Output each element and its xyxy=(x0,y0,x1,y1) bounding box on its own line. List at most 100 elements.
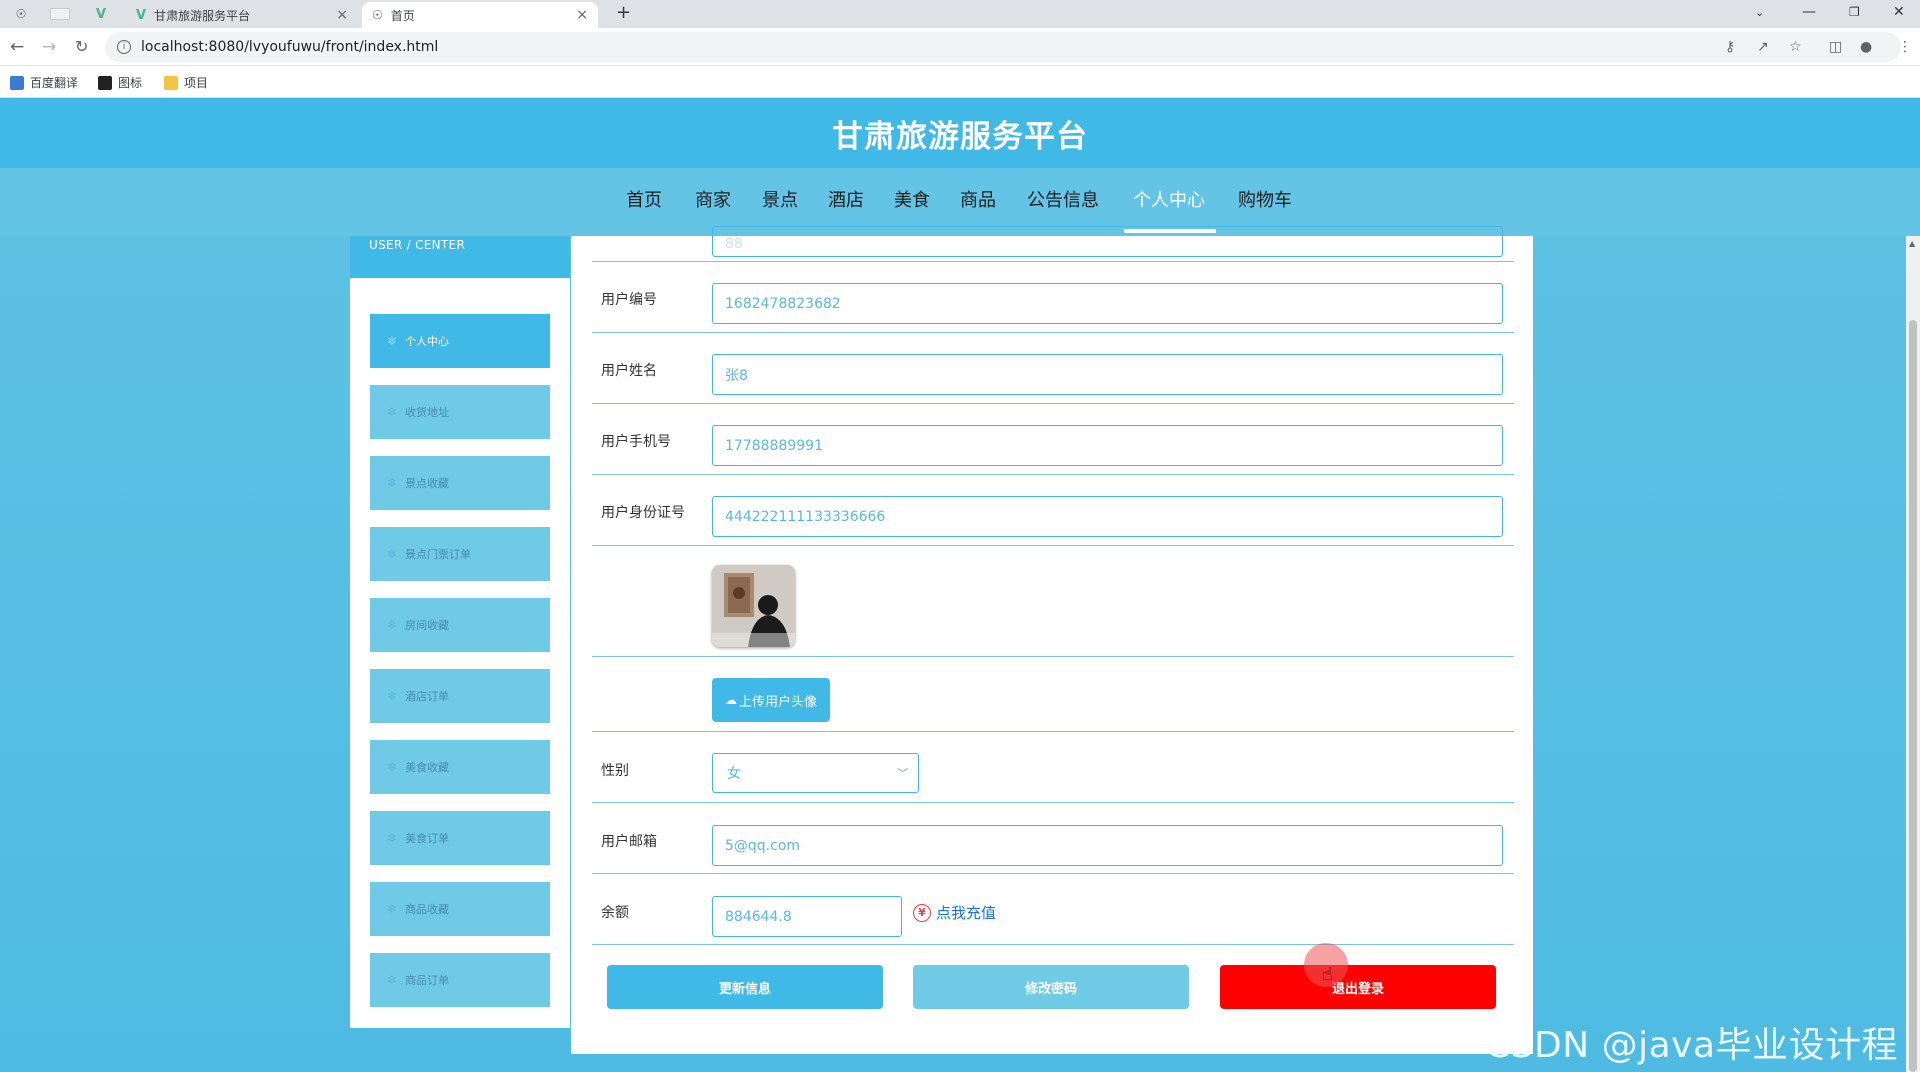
snowflake-icon: ❄ xyxy=(387,547,398,561)
minimize-icon[interactable]: — xyxy=(1802,4,1816,20)
user-center-sidebar: USER / CENTER ❄ 个人中心 ❄ 收货地址 ❄ 景点收藏 ❄ 景点门票订单 … xyxy=(350,236,570,1028)
snowflake-icon: ❄ xyxy=(387,476,398,490)
key-icon[interactable]: ⚷ xyxy=(1725,39,1735,55)
snowflake-icon: ❄ xyxy=(387,902,398,916)
user-id-input[interactable]: 1682478823682 xyxy=(712,283,1503,324)
close-window-icon[interactable]: ✕ xyxy=(1893,4,1905,20)
user-phone-label: 用户手机号 xyxy=(601,434,671,450)
bookmark-baidu-translate[interactable]: 百度翻译 xyxy=(10,74,78,91)
nav-home[interactable]: 首页 xyxy=(626,186,662,234)
divider xyxy=(592,545,1514,546)
sidebar-item-attraction-favorites[interactable]: ❄ 景点收藏 xyxy=(370,456,550,510)
divider xyxy=(592,731,1514,732)
bookmark-project[interactable]: 项目 xyxy=(164,74,208,91)
sidebar-item-product-orders[interactable]: ❄ 商品订单 xyxy=(370,953,550,1007)
menu-icon[interactable]: ⋮ xyxy=(1898,39,1912,55)
divider xyxy=(592,802,1514,803)
image-icon xyxy=(98,75,112,90)
sidebar-icon[interactable]: ◫ xyxy=(1829,39,1842,55)
divider xyxy=(592,261,1514,262)
vue-logo-icon: V xyxy=(136,7,147,23)
user-idcard-input[interactable]: 444222111133336666 xyxy=(712,496,1503,537)
logout-button[interactable]: 退出登录 xyxy=(1220,965,1496,1009)
url-field[interactable]: i localhost:8080/lvyoufuwu/front/index.h… xyxy=(105,32,1901,62)
user-idcard-label: 用户身份证号 xyxy=(601,505,685,521)
avatar[interactable] xyxy=(712,565,795,647)
info-icon[interactable]: i xyxy=(117,40,131,54)
yen-icon: ¥ xyxy=(913,903,931,922)
vue-logo-icon[interactable]: V xyxy=(92,5,110,23)
profile-icon[interactable]: ● xyxy=(1860,39,1872,55)
snowflake-icon: ❄ xyxy=(387,973,398,987)
bookmark-icons[interactable]: 图标 xyxy=(98,74,142,91)
cloud-upload-icon: ☁ xyxy=(724,693,737,707)
divider xyxy=(592,873,1514,874)
recharge-link[interactable]: ¥ 点我充值 xyxy=(913,902,996,923)
divider xyxy=(592,332,1514,333)
translate-icon xyxy=(10,75,24,90)
back-icon[interactable]: ← xyxy=(10,37,24,57)
url-text: localhost:8080/lvyoufuwu/front/index.htm… xyxy=(141,39,439,55)
globe-icon[interactable]: ☉ xyxy=(12,5,30,23)
profile-form-panel: 88 用户编号 1682478823682 用户姓名 张8 用户手机号 1778… xyxy=(571,226,1533,1054)
balance-input[interactable]: 884644.8 xyxy=(712,896,902,937)
account-input-partial[interactable]: 88 xyxy=(712,226,1503,257)
email-label: 用户邮箱 xyxy=(601,834,657,850)
snowflake-icon: ❄ xyxy=(387,405,398,419)
snowflake-icon: ❄ xyxy=(387,760,398,774)
upload-avatar-button[interactable]: ☁ 上传用户头像 xyxy=(712,678,830,722)
tab-platform[interactable]: V 甘肃旅游服务平台 × xyxy=(126,2,358,28)
scrollbar-thumb[interactable] xyxy=(1909,320,1917,1072)
user-name-input[interactable]: 张8 xyxy=(712,354,1503,395)
page-scrollbar[interactable]: ▲ xyxy=(1906,236,1920,1072)
divider xyxy=(592,403,1514,404)
close-icon[interactable]: × xyxy=(336,7,348,23)
sidebar-item-food-favorites[interactable]: ❄ 美食收藏 xyxy=(370,740,550,794)
email-input[interactable]: 5@qq.com xyxy=(712,825,1503,866)
star-icon[interactable]: ☆ xyxy=(1789,39,1802,55)
bookmarks-bar: 百度翻译 图标 项目 xyxy=(0,66,1920,98)
tab-home[interactable]: ☉ 首页 × xyxy=(362,2,598,28)
divider xyxy=(592,474,1514,475)
user-name-label: 用户姓名 xyxy=(601,363,657,379)
update-info-button[interactable]: 更新信息 xyxy=(607,965,883,1009)
user-phone-input[interactable]: 17788889991 xyxy=(712,425,1503,466)
snowflake-icon: ❄ xyxy=(387,618,398,632)
sidebar-item-hotel-orders[interactable]: ❄ 酒店订单 xyxy=(370,669,550,723)
browser-tab-bar: ☉ V V 甘肃旅游服务平台 × ☉ 首页 × + ⌄ — ❐ ✕ xyxy=(0,0,1920,28)
sidebar-item-ticket-orders[interactable]: ❄ 景点门票订单 xyxy=(370,527,550,581)
avatar-image xyxy=(712,565,795,647)
new-tab-button[interactable]: + xyxy=(616,2,631,23)
sidebar-item-food-orders[interactable]: ❄ 美食订单 xyxy=(370,811,550,865)
sidebar-header: USER / CENTER xyxy=(350,236,570,278)
blank-tab-icon[interactable] xyxy=(50,8,70,20)
address-bar: ← → ↻ i localhost:8080/lvyoufuwu/front/i… xyxy=(0,28,1920,66)
forward-icon[interactable]: → xyxy=(42,37,56,57)
divider xyxy=(592,656,1514,657)
snowflake-icon: ❄ xyxy=(387,689,398,703)
sidebar-item-room-favorites[interactable]: ❄ 房间收藏 xyxy=(370,598,550,652)
reload-icon[interactable]: ↻ xyxy=(75,37,88,56)
share-icon[interactable]: ↗ xyxy=(1757,39,1769,55)
site-title: 甘肃旅游服务平台 xyxy=(832,118,1088,155)
watermark: CSDN @java毕业设计程序 xyxy=(1485,1025,1899,1066)
close-icon[interactable]: × xyxy=(576,7,588,23)
snowflake-icon: ❄ xyxy=(387,334,398,348)
divider xyxy=(592,944,1514,945)
scroll-up-icon[interactable]: ▲ xyxy=(1909,239,1915,248)
folder-icon xyxy=(164,75,178,90)
tab-search-icon[interactable]: ⌄ xyxy=(1755,6,1764,19)
site-header: 甘肃旅游服务平台 xyxy=(0,98,1920,168)
hand-cursor-icon: ☝ xyxy=(1322,964,1333,985)
sidebar-item-product-favorites[interactable]: ❄ 商品收藏 xyxy=(370,882,550,936)
snowflake-icon: ❄ xyxy=(387,831,398,845)
gender-label: 性别 xyxy=(601,763,629,779)
change-password-button[interactable]: 修改密码 xyxy=(913,965,1189,1009)
balance-label: 余额 xyxy=(601,905,629,921)
restore-icon[interactable]: ❐ xyxy=(1849,5,1860,19)
gender-select[interactable]: 女 ﹀ xyxy=(712,753,919,793)
globe-icon: ☉ xyxy=(372,8,383,22)
sidebar-item-address[interactable]: ❄ 收货地址 xyxy=(370,385,550,439)
chevron-down-icon: ﹀ xyxy=(897,767,908,780)
sidebar-item-user-center[interactable]: ❄ 个人中心 xyxy=(370,314,550,368)
